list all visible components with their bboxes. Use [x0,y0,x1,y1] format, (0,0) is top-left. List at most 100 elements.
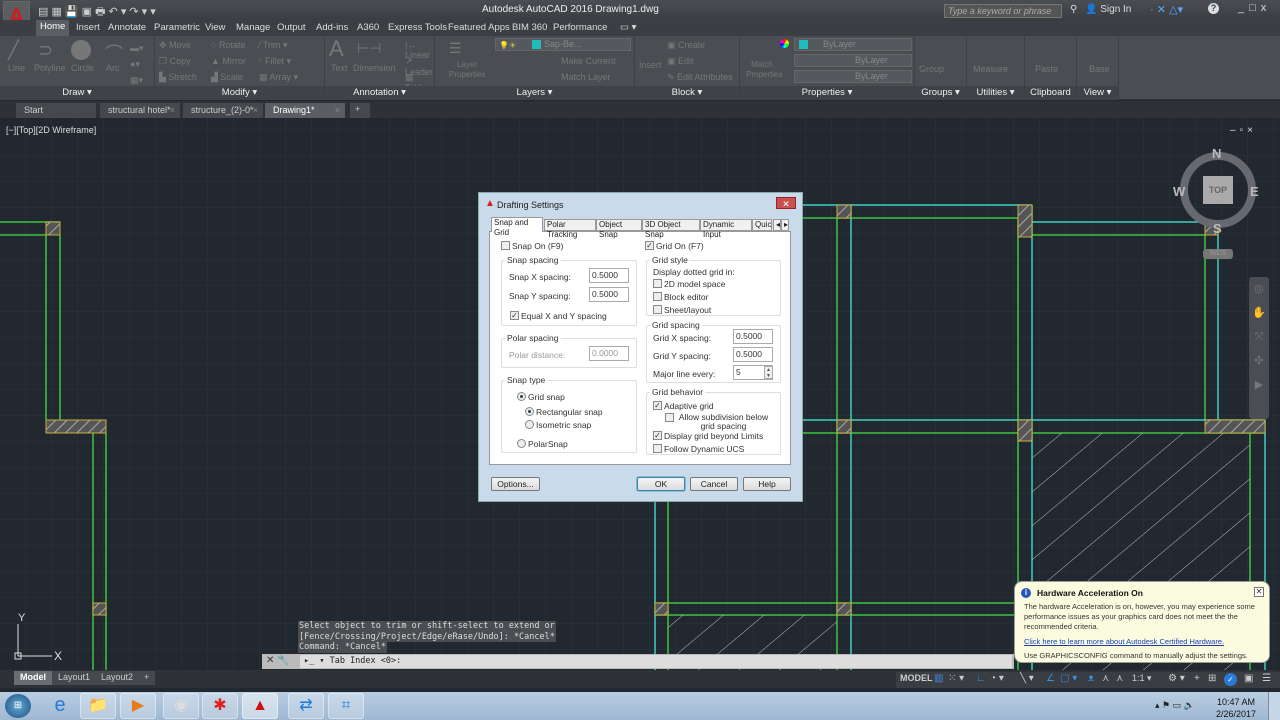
app-icon[interactable]: ✱ [202,693,238,719]
new-tab-button[interactable]: + [350,103,370,118]
show-desktop-button[interactable] [1268,692,1280,720]
paste-button[interactable]: Paste [1035,64,1058,74]
screen-capture-icon[interactable]: ⌗ [328,693,364,719]
arc-button[interactable]: Arc [106,63,120,73]
layer-properties-button[interactable]: Layer Properties [449,60,485,80]
polar-distance-input[interactable]: 0.0000 [589,346,629,361]
certified-hardware-link[interactable]: Click here to learn more about Autodesk … [1024,637,1224,646]
compass-west[interactable]: W [1173,184,1185,199]
options-button[interactable]: Options... [491,477,540,491]
tab-express-tools[interactable]: Express Tools [388,22,447,33]
tab-output[interactable]: Output [277,22,306,33]
copy-button[interactable]: ❐ Copy [159,56,191,67]
wrench-icon[interactable]: 🔧 [277,655,289,666]
doc-tab-drawing1[interactable]: Drawing1* × [265,103,345,118]
polyline-button[interactable]: Polyline [34,63,66,73]
tab-manage[interactable]: Manage [236,22,270,33]
teamviewer-icon[interactable]: ⇄ [288,693,324,719]
nav-tools-icons[interactable]: ◎ ✋ ⤧ ✣ ▶ [1249,277,1269,397]
doc-tab-structural-hotel[interactable]: structural hotel* × [100,103,180,118]
annotation-scale-dropdown[interactable]: 1:1 ▾ [1132,673,1152,684]
help-button[interactable]: ? [1208,3,1219,14]
measure-button[interactable]: Measure [973,64,1008,74]
tab-3d-object-snap[interactable]: 3D Object Snap [642,219,700,239]
compass-south[interactable]: S [1213,221,1222,236]
compass-east[interactable]: E [1250,184,1259,199]
ucs-menu[interactable]: WCS [1203,249,1233,259]
command-input[interactable]: ▸_ ▾ Tab Index <0>: [300,655,1012,668]
follow-dynamic-ucs-checkbox[interactable] [653,444,662,453]
lineweight-dropdown[interactable]: ByLayer [794,70,912,83]
dimension-button[interactable]: Dimension [353,63,396,73]
tab-a360[interactable]: A360 [357,22,379,33]
utilities-panel-label[interactable]: Utilities ▾ [967,86,1024,100]
model-space-button[interactable]: MODEL [900,673,933,683]
workspace-gear-icon[interactable]: ⚙ ▾ [1168,673,1185,684]
tab-model[interactable]: Model [14,671,52,685]
model-space-checkbox[interactable] [653,279,662,288]
insert-button[interactable]: Insert [639,60,662,70]
scale-button[interactable]: ▟ Scale [211,72,243,83]
viewport-controls-label[interactable]: [−][Top][2D Wireframe] [6,125,96,135]
view-panel-label[interactable]: View ▾ [1077,86,1118,100]
clipboard-panel-label[interactable]: Clipboard [1025,86,1076,100]
exchange-icon[interactable]: · ✕ △▾ [1150,3,1183,16]
search-input[interactable]: Type a keyword or phrase [944,4,1062,18]
snap-toggle-icon[interactable]: ⁙ ▾ [948,673,964,684]
groups-panel-label[interactable]: Groups ▾ [915,86,966,100]
annotation-monitor-icon[interactable]: + [1194,673,1200,684]
tab-snap-and-grid[interactable]: Snap and Grid [491,217,543,237]
tab-add-ins[interactable]: Add-ins [316,22,348,33]
move-button[interactable]: ✥ Move [159,40,191,51]
allow-subdivision-checkbox[interactable] [665,413,674,422]
grid-y-input[interactable]: 0.5000 [733,347,773,362]
tab-featured-apps[interactable]: Featured Apps [448,22,510,33]
polarsnap-radio[interactable] [517,439,526,448]
internet-explorer-icon[interactable]: e [42,693,78,719]
doc-tab-start[interactable]: Start [16,103,96,118]
edit-block-button[interactable]: ▣ Edit [667,56,694,67]
major-line-spinner[interactable]: ▲ ▼ [764,366,773,379]
create-block-button[interactable]: ▣ Create [667,40,705,51]
modify-panel-label[interactable]: Modify ▾ [155,86,324,100]
grid-x-input[interactable]: 0.5000 [733,329,773,344]
text-button[interactable]: Text [331,63,348,73]
viewport-window-controls[interactable]: –▫× [1230,125,1257,136]
tab-home[interactable]: Home [36,20,70,36]
make-current-button[interactable]: Make Current [561,56,616,66]
tab-quick-properties[interactable]: Quic [752,219,772,231]
snap-on-checkbox[interactable] [501,241,510,250]
grid-on-checkbox[interactable]: ✓ [645,241,654,250]
ok-button[interactable]: OK [637,477,685,491]
units-icon[interactable]: ⊞ [1208,673,1216,684]
notification-close-button[interactable]: ✕ [1254,587,1264,597]
auto-scale-icon[interactable]: ⋏ [1102,673,1109,684]
tab-dynamic-input[interactable]: Dynamic Input [700,219,752,239]
base-button[interactable]: Base [1089,64,1110,74]
draw-more-icons[interactable]: ▬▾ ●▾ ▦▾ [130,40,144,88]
layer-dropdown[interactable]: 💡☀ Sap-Be... [495,38,631,51]
grid-snap-radio[interactable] [517,392,526,401]
annotation-panel-label[interactable]: Annotation ▾ [325,86,434,100]
circle-button[interactable]: Circle [71,63,94,73]
window-controls[interactable]: _□x [1238,2,1271,14]
customization-menu-icon[interactable]: ☰ [1262,673,1271,684]
command-line-controls[interactable]: ✕ 🔧 [266,655,290,666]
system-tray-icons[interactable]: ▴ ⚑ ▭ 🔊 [1155,700,1195,711]
display-beyond-limits-checkbox[interactable]: ✓ [653,431,662,440]
tab-view[interactable]: View [205,22,225,33]
sheet-layout-checkbox[interactable] [653,305,662,314]
ortho-icon[interactable]: ∟ [976,673,986,684]
object-snap-tracking-icon[interactable]: ∠ [1046,673,1055,684]
cancel-button[interactable]: Cancel [690,477,738,491]
binoculars-icon[interactable]: ⚲ [1070,4,1077,15]
close-icon[interactable]: × [253,105,258,115]
compass-north[interactable]: N [1212,146,1221,161]
close-icon[interactable]: × [170,105,175,115]
tab-performance[interactable]: Performance [553,22,607,33]
navigation-bar[interactable]: ◎ ✋ ⤧ ✣ ▶ [1249,277,1269,419]
doc-tab-structure-2[interactable]: structure_(2)-0* × [183,103,263,118]
array-button[interactable]: ▦ Array ▾ [259,72,298,83]
color-dropdown[interactable]: ByLayer [794,38,912,51]
viewcube-top-face[interactable]: TOP [1203,176,1233,204]
